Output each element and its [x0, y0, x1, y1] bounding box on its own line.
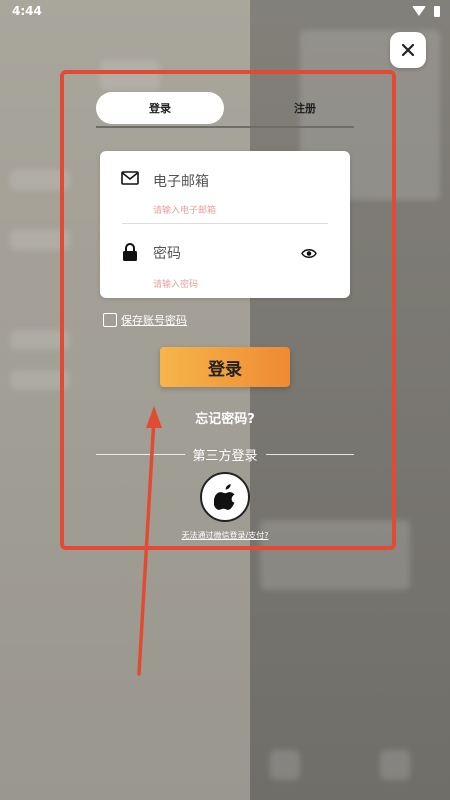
close-icon: [401, 43, 415, 57]
status-time: 4:44: [12, 4, 42, 18]
remember-credentials[interactable]: 保存账号密码: [103, 312, 187, 328]
mail-icon: [121, 171, 139, 185]
third-party-label: 第三方登录: [192, 448, 258, 464]
lock-icon: [123, 243, 137, 261]
tab-login-label: 登录: [149, 102, 171, 115]
login-register-tabs: 登录 注册: [96, 90, 354, 128]
wechat-help-link[interactable]: 无法通过微信登录/支付?: [0, 530, 450, 541]
wifi-icon: [412, 6, 426, 16]
password-input[interactable]: 请输入密码: [153, 277, 198, 290]
eye-icon[interactable]: [301, 248, 317, 259]
remember-label[interactable]: 保存账号密码: [121, 312, 187, 328]
email-label: 电子邮箱: [153, 174, 209, 190]
remember-checkbox[interactable]: [103, 313, 117, 327]
login-button[interactable]: 登录: [160, 347, 290, 387]
divider-line-right: [265, 453, 355, 455]
login-form-card: 电子邮箱 请输入电子邮箱 密码 请输入密码: [100, 151, 350, 298]
battery-icon: [434, 5, 440, 17]
tab-register-label: 注册: [294, 102, 316, 115]
status-icons: [412, 5, 440, 17]
login-button-label: 登录: [208, 359, 242, 380]
apple-icon: [214, 484, 235, 510]
password-label: 密码: [153, 246, 181, 262]
apple-login-button[interactable]: [200, 472, 250, 522]
tab-login[interactable]: 登录: [96, 92, 224, 124]
close-button[interactable]: [390, 32, 426, 68]
divider-line-left: [96, 453, 185, 455]
status-bar: 4:44: [0, 0, 450, 22]
third-party-divider: 第三方登录: [96, 445, 355, 464]
field-divider: [122, 223, 328, 224]
forgot-password-link[interactable]: 忘记密码?: [0, 408, 450, 427]
tab-register[interactable]: 注册: [256, 92, 354, 124]
email-input[interactable]: 请输入电子邮箱: [153, 203, 216, 216]
